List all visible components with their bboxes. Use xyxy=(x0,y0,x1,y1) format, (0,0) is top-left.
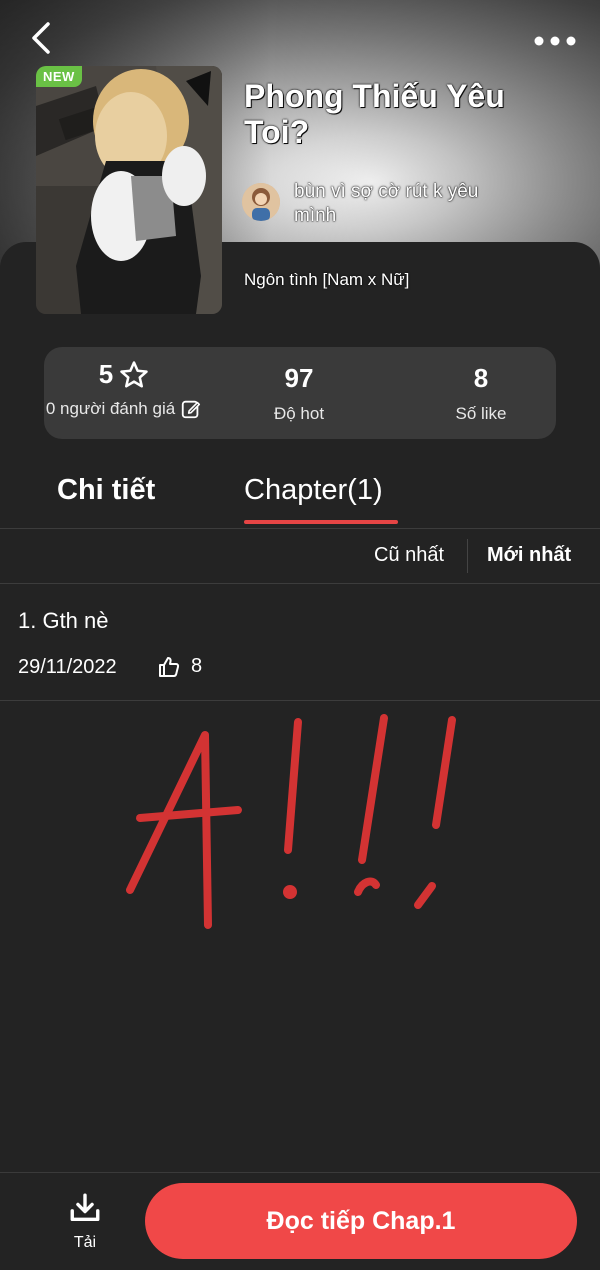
likes-label: Số like xyxy=(455,404,507,423)
author-avatar[interactable] xyxy=(242,183,280,221)
cover-image xyxy=(36,66,222,314)
download-button[interactable]: Tải xyxy=(60,1191,110,1252)
stats-card: 5 0 người đánh giá 97 Độ hot 8 Số like xyxy=(44,347,556,439)
chapter-title: 1. Gth nè xyxy=(18,608,109,633)
back-button[interactable] xyxy=(22,18,62,58)
star-icon xyxy=(120,360,148,387)
sort-bar: Cũ nhất Mới nhất xyxy=(0,529,600,584)
rating-stat[interactable]: 5 0 người đánh giá xyxy=(34,359,214,420)
hot-value: 97 xyxy=(284,363,314,393)
genre-label[interactable]: Ngôn tình [Nam x Nữ] xyxy=(244,270,409,290)
sort-oldest-button[interactable]: Cũ nhất xyxy=(374,544,444,567)
tab-details[interactable]: Chi tiết xyxy=(57,474,155,507)
chapter-date: 29/11/2022 xyxy=(18,656,117,678)
sort-newest-button[interactable]: Mới nhất xyxy=(487,544,571,567)
rating-value: 5 xyxy=(98,359,114,389)
tab-bar: Chi tiết Chapter(1) xyxy=(0,470,600,529)
sort-divider xyxy=(467,539,468,573)
new-badge: NEW xyxy=(36,66,82,87)
chapter-like-count: 8 xyxy=(191,655,203,677)
handwritten-drawing xyxy=(126,714,456,929)
download-icon xyxy=(70,1193,100,1222)
thumbs-up-icon xyxy=(159,657,180,677)
tab-chapters[interactable]: Chapter(1) xyxy=(244,474,383,507)
likes-stat: 8 Số like xyxy=(406,363,556,424)
likes-value: 8 xyxy=(473,363,489,393)
hot-label: Độ hot xyxy=(273,404,325,423)
more-horizontal-icon xyxy=(534,36,576,46)
author-name[interactable]: bùn vì sợ cờ rút k yêu mình xyxy=(294,180,514,228)
chevron-left-icon xyxy=(32,22,50,54)
bottom-bar: Tải Đọc tiếp Chap.1 xyxy=(0,1172,600,1270)
active-tab-indicator xyxy=(244,520,398,524)
edit-icon[interactable] xyxy=(180,398,202,420)
download-label: Tải xyxy=(73,1234,97,1251)
hot-stat: 97 Độ hot xyxy=(224,363,374,424)
more-button[interactable] xyxy=(532,28,578,54)
continue-reading-button[interactable]: Đọc tiếp Chap.1 xyxy=(145,1183,577,1259)
rating-label: 0 người đánh giá xyxy=(45,399,176,418)
chapter-list-item[interactable]: 1. Gth nè 29/11/2022 8 xyxy=(0,584,600,701)
story-title: Phong Thiếu Yêu Toi? xyxy=(244,78,505,150)
